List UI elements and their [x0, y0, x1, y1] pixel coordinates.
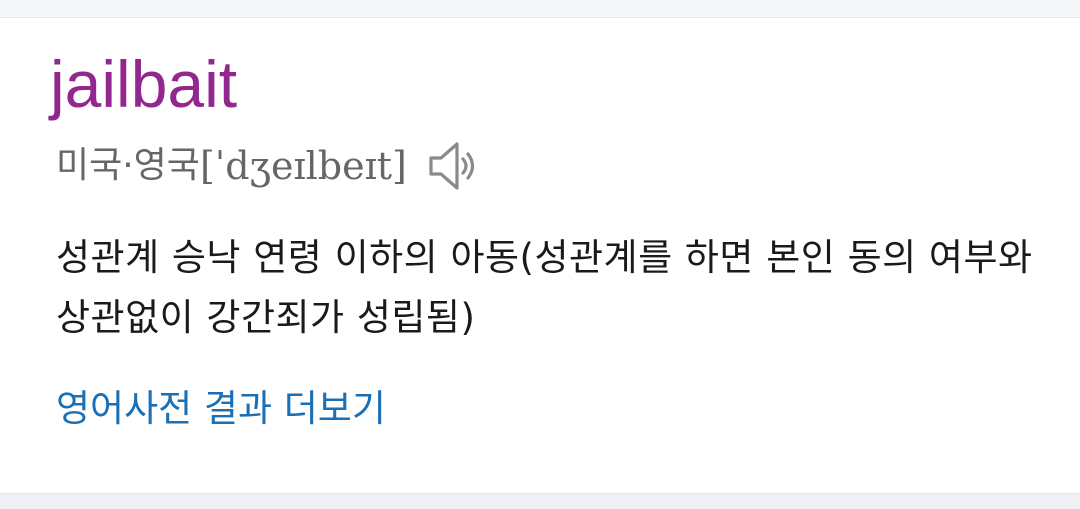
definition-text: 성관계 승낙 연령 이하의 아동(성관계를 하면 본인 동의 여부와 상관없이 …: [56, 236, 1033, 339]
speaker-icon[interactable]: [425, 138, 481, 194]
more-dictionary-results-link[interactable]: 영어사전 결과 더보기: [56, 381, 386, 437]
pronunciation-row: 미국·영국 [ˈdʒeɪlbeɪt]: [56, 138, 481, 194]
page: jailbait 미국·영국 [ˈdʒeɪlbeɪt] 성관계 승낙 연령 이하…: [0, 0, 1080, 509]
pronunciation-ipa: [ˈdʒeɪlbeɪt]: [199, 144, 407, 188]
bottom-divider: [0, 493, 1080, 509]
speaker-icon-graphic: [429, 142, 474, 190]
top-divider: [0, 0, 1080, 18]
pronunciation-region: 미국·영국: [56, 145, 200, 186]
headword-link[interactable]: jailbait: [50, 44, 237, 124]
